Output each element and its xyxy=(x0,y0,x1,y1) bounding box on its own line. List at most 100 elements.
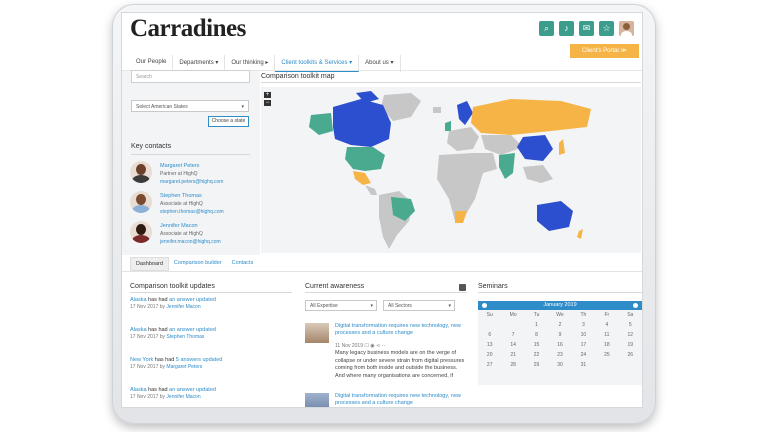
search-icon[interactable]: ⌕ xyxy=(539,21,554,36)
map-region-uk[interactable] xyxy=(445,121,451,131)
world-map[interactable] xyxy=(261,87,641,253)
tab-comparison-builder[interactable]: Comparison builder xyxy=(169,257,227,271)
calendar-day[interactable]: 27 xyxy=(478,362,501,368)
update-link[interactable]: an answer updated xyxy=(169,327,216,333)
update-link[interactable]: 5 answers updated xyxy=(176,357,222,363)
update-subject[interactable]: New York xyxy=(130,357,153,363)
map-region-se-asia[interactable] xyxy=(523,165,553,183)
calendar-day[interactable]: 19 xyxy=(619,342,642,348)
map-region-central-asia[interactable] xyxy=(481,135,523,155)
comment-icon[interactable]: ☐ xyxy=(364,343,368,349)
calendar-day[interactable]: 26 xyxy=(619,352,642,358)
calendar-day[interactable]: 6 xyxy=(478,332,501,338)
update-subject[interactable]: Alaska xyxy=(130,387,147,393)
contact-photo[interactable] xyxy=(130,221,152,243)
update-subject[interactable]: Alaska xyxy=(130,297,147,303)
map-region-japan[interactable] xyxy=(559,139,565,155)
choose-state-button[interactable]: Choose a state xyxy=(208,116,249,127)
calendar-day[interactable]: 14 xyxy=(501,342,524,348)
calendar-day[interactable]: 18 xyxy=(595,342,618,348)
calendar-day[interactable]: 3 xyxy=(572,322,595,328)
calendar-day[interactable]: 29 xyxy=(525,362,548,368)
calendar-day[interactable]: 20 xyxy=(478,352,501,358)
article-thumbnail[interactable] xyxy=(305,323,329,343)
map-region-china[interactable] xyxy=(517,135,553,161)
zoom-out-button[interactable]: − xyxy=(264,100,271,106)
map-region-australia[interactable] xyxy=(537,201,573,231)
map-region-india[interactable] xyxy=(499,153,515,179)
map-region-new-zealand[interactable] xyxy=(577,229,583,239)
calendar-day[interactable]: 9 xyxy=(548,332,571,338)
rss-icon[interactable] xyxy=(459,284,466,291)
calendar-day[interactable]: 12 xyxy=(619,332,642,338)
contact-name[interactable]: Jennifer Macon xyxy=(160,223,221,229)
calendar-day[interactable]: 5 xyxy=(619,322,642,328)
map-region-africa[interactable] xyxy=(437,153,483,221)
prev-month-icon[interactable] xyxy=(482,303,487,308)
state-select[interactable]: Select American States ▾ xyxy=(131,100,249,112)
world-map-svg[interactable] xyxy=(261,87,641,253)
more-icon[interactable]: ⋯ xyxy=(382,343,387,349)
contact-photo[interactable] xyxy=(130,161,152,183)
map-region-scandinavia[interactable] xyxy=(457,101,473,125)
calendar-day[interactable]: 13 xyxy=(478,342,501,348)
map-region-europe[interactable] xyxy=(447,127,479,151)
calendar-day[interactable]: 24 xyxy=(572,352,595,358)
contact-email[interactable]: stephen.thomas@highq.com xyxy=(160,209,224,215)
calendar-day[interactable]: 31 xyxy=(572,362,595,368)
contact-photo[interactable] xyxy=(130,191,152,213)
calendar-day[interactable]: 15 xyxy=(525,342,548,348)
next-month-icon[interactable] xyxy=(633,303,638,308)
calendar-day[interactable]: 2 xyxy=(548,322,571,328)
user-avatar[interactable] xyxy=(619,21,634,36)
search-input[interactable]: Search xyxy=(131,70,250,83)
calendar-day[interactable]: 8 xyxy=(525,332,548,338)
map-region-russia[interactable] xyxy=(471,99,591,135)
contact-email[interactable]: jennifer.macon@highq.com xyxy=(160,239,221,245)
update-author[interactable]: Jennifer Macon xyxy=(166,304,200,310)
calendar-day[interactable]: 16 xyxy=(548,342,571,348)
map-region-alaska[interactable] xyxy=(309,113,333,135)
zoom-in-button[interactable]: + xyxy=(264,92,271,98)
contact-name[interactable]: Margaret Peters xyxy=(160,163,223,169)
mail-icon[interactable]: ✉ xyxy=(579,21,594,36)
bell-icon[interactable]: ♪ xyxy=(559,21,574,36)
tab-dashboard[interactable]: Dashboard xyxy=(130,257,169,271)
update-author[interactable]: Margaret Peters xyxy=(166,364,202,370)
share-icon[interactable]: ⋖ xyxy=(376,343,380,349)
tab-contacts[interactable]: Contacts xyxy=(227,257,259,271)
map-region-mexico[interactable] xyxy=(353,171,371,185)
expertise-filter[interactable]: All Expertise ▾ xyxy=(305,300,377,311)
update-author[interactable]: Jennifer Macon xyxy=(166,394,200,400)
update-author[interactable]: Stephen Thomas xyxy=(166,334,204,340)
update-link[interactable]: an answer updated xyxy=(169,297,216,303)
calendar-day[interactable]: 7 xyxy=(501,332,524,338)
contact-email[interactable]: margaret.peters@highq.com xyxy=(160,179,223,185)
calendar-day[interactable]: 22 xyxy=(525,352,548,358)
view-icon[interactable]: ◉ xyxy=(370,343,374,349)
calendar-day[interactable]: 17 xyxy=(572,342,595,348)
calendar-day[interactable]: 30 xyxy=(548,362,571,368)
calendar-day[interactable]: 10 xyxy=(572,332,595,338)
clients-portal-button[interactable]: Client's Portal ≫ xyxy=(570,44,639,58)
calendar-day[interactable]: 4 xyxy=(595,322,618,328)
calendar-day[interactable]: 11 xyxy=(595,332,618,338)
calendar-day[interactable]: 23 xyxy=(548,352,571,358)
calendar-day[interactable]: 25 xyxy=(595,352,618,358)
map-region-south-africa[interactable] xyxy=(455,211,467,223)
map-region-iceland[interactable] xyxy=(433,107,441,113)
calendar-day[interactable]: 28 xyxy=(501,362,524,368)
map-region-central-america[interactable] xyxy=(365,185,377,195)
calendar-day[interactable]: 21 xyxy=(501,352,524,358)
article-title[interactable]: Digital transformation requires new tech… xyxy=(335,323,465,337)
update-link[interactable]: an answer updated xyxy=(169,387,216,393)
article-title[interactable]: Digital transformation requires new tech… xyxy=(335,393,465,407)
map-region-usa[interactable] xyxy=(345,147,385,171)
update-subject[interactable]: Alaska xyxy=(130,327,147,333)
sectors-filter[interactable]: All Sectors ▾ xyxy=(383,300,455,311)
star-icon[interactable]: ☆ xyxy=(599,21,614,36)
map-region-canada[interactable] xyxy=(333,99,391,147)
site-logo[interactable]: Carradines xyxy=(130,15,246,43)
calendar-day[interactable]: 1 xyxy=(525,322,548,328)
article-thumbnail[interactable] xyxy=(305,393,329,407)
